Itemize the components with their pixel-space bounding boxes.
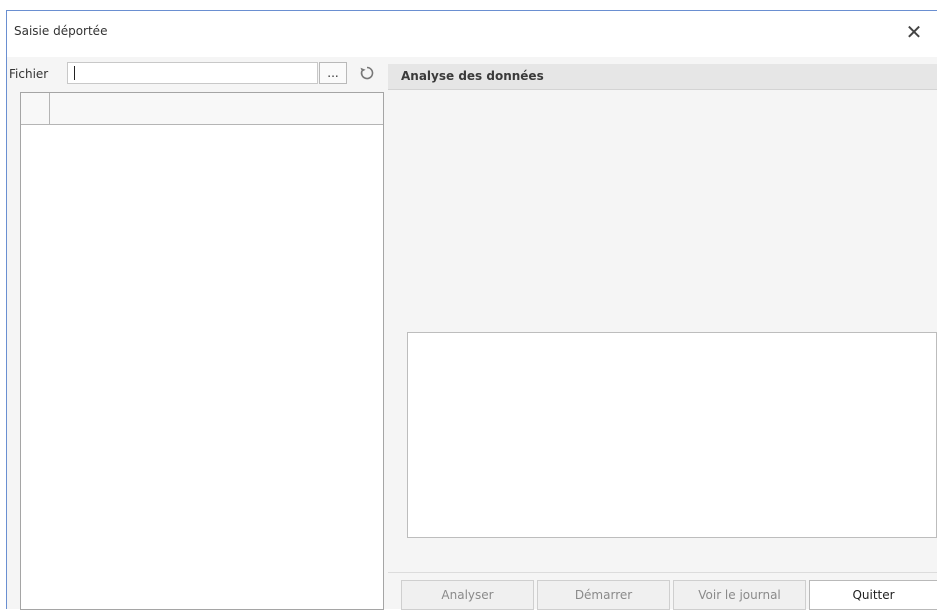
quitter-button[interactable]: Quitter: [809, 580, 937, 610]
button-bar-divider: [388, 572, 937, 573]
grid-header-row: [21, 93, 383, 125]
file-label: Fichier: [9, 67, 49, 81]
analyser-button[interactable]: Analyser: [401, 580, 534, 610]
window-title: Saisie déportée: [14, 24, 108, 38]
analysis-panel-header: Analyse des données: [388, 64, 937, 90]
analysis-log-box[interactable]: [407, 332, 937, 538]
text-caret: [74, 66, 75, 80]
dialog-window: Saisie déportée ✕ Fichier ... Analyse de…: [6, 10, 937, 610]
grid-row-indicator-header[interactable]: [21, 93, 50, 124]
demarrer-button[interactable]: Démarrer: [537, 580, 670, 610]
browse-button[interactable]: ...: [319, 62, 347, 84]
close-icon[interactable]: ✕: [903, 19, 925, 45]
analysis-panel-title: Analyse des données: [401, 69, 544, 83]
refresh-icon[interactable]: [354, 62, 380, 84]
title-bar: Saisie déportée ✕: [7, 11, 937, 57]
voir-journal-button[interactable]: Voir le journal: [673, 580, 806, 610]
file-path-input[interactable]: [67, 62, 318, 84]
data-grid[interactable]: [20, 92, 384, 610]
